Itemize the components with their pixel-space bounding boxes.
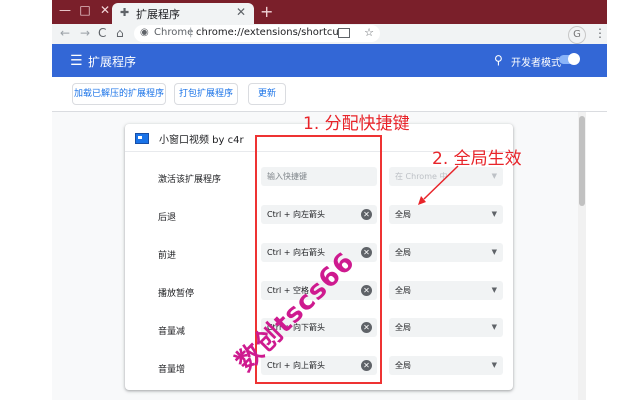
arrow-line (423, 165, 459, 200)
annotation-arrow (418, 165, 459, 205)
browser-window: — □ ✕ ✚ 扩展程序 ✕ + ← → C ⌂ ◉ Chrome | chro… (0, 0, 640, 400)
